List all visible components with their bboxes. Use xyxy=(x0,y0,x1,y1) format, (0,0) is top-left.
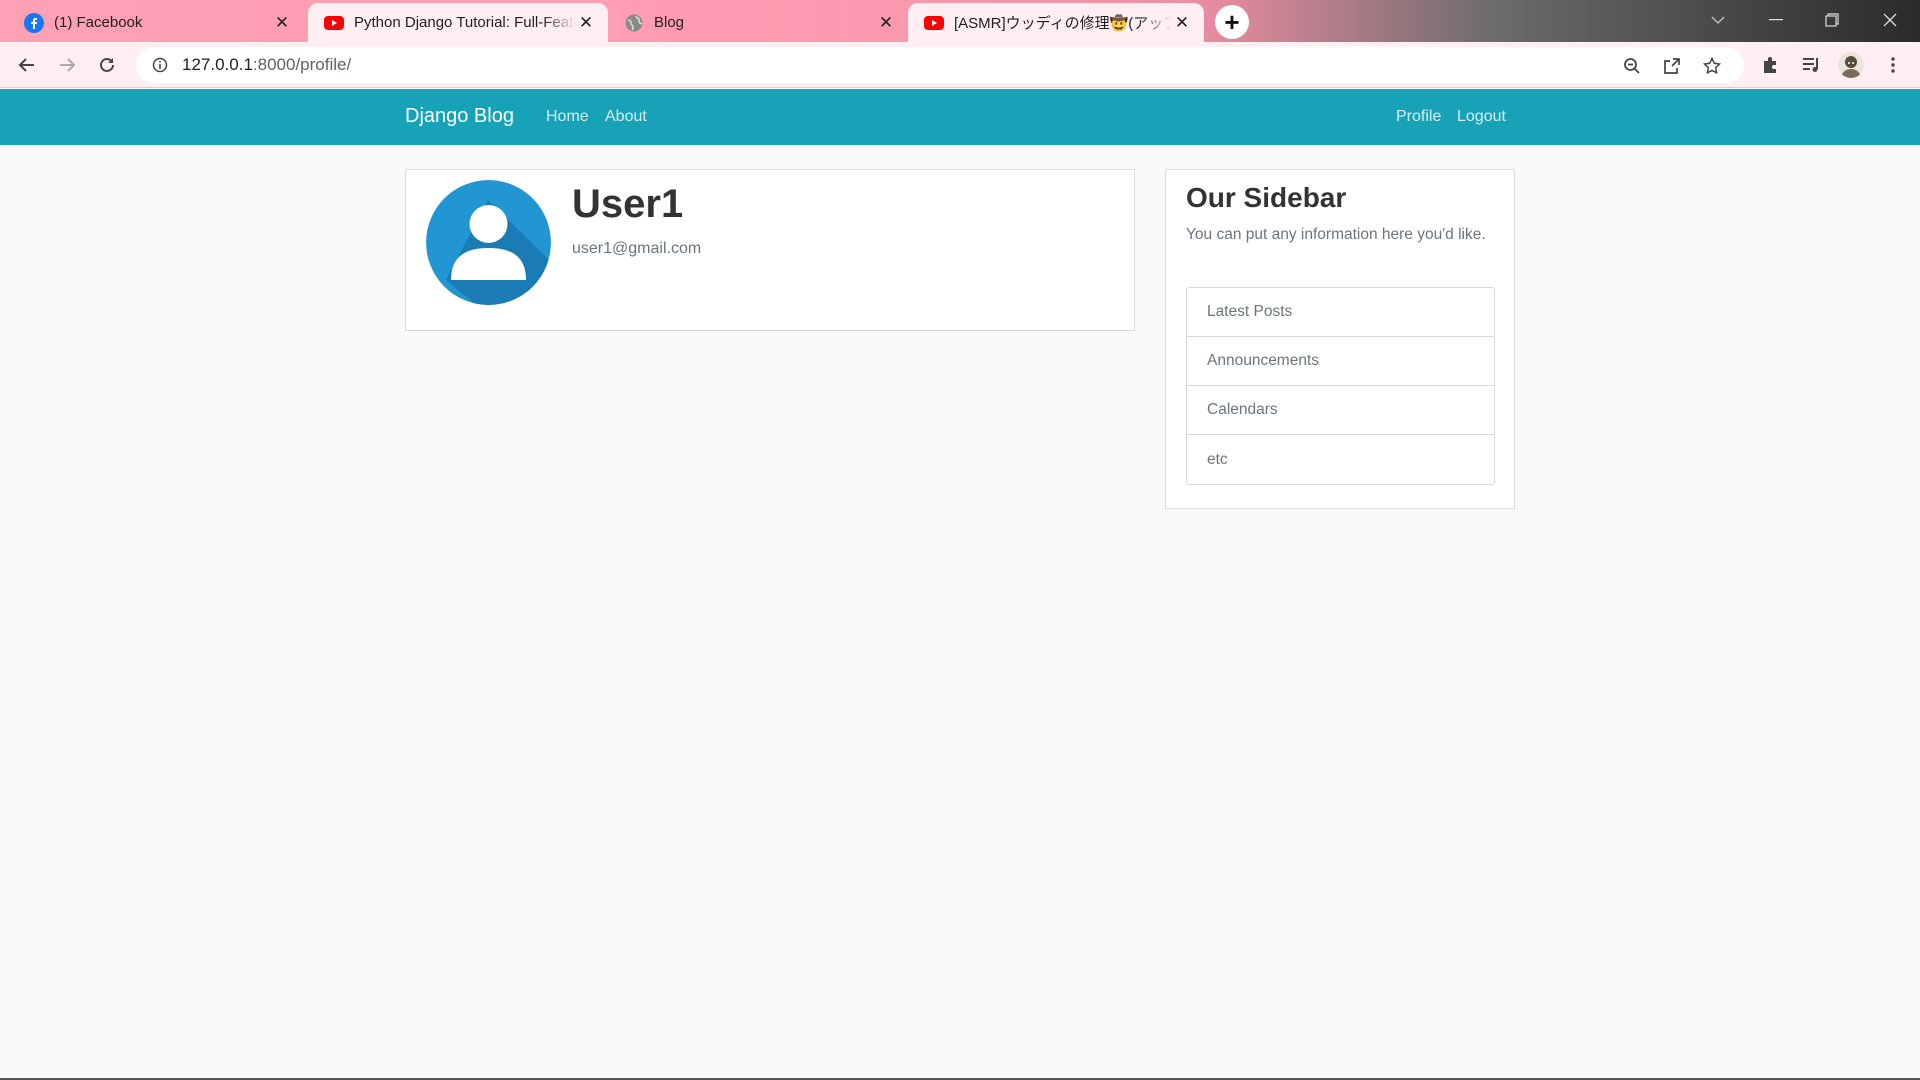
sidebar-item-announcements[interactable]: Announcements xyxy=(1187,337,1494,386)
tab-title: Blog xyxy=(654,14,685,31)
zoom-icon[interactable] xyxy=(1621,55,1643,77)
close-tab-icon[interactable]: ✕ xyxy=(876,13,896,33)
brand-link[interactable]: Django Blog xyxy=(405,105,514,128)
url-host: 127.0.0.1 xyxy=(182,55,253,74)
tab-title: (1) Facebook xyxy=(54,14,143,31)
nav-profile-link[interactable]: Profile xyxy=(1396,108,1441,126)
url-text: 127.0.0.1:8000/profile/ xyxy=(182,55,351,75)
extensions-puzzle-icon[interactable] xyxy=(1758,52,1784,78)
tab-facebook[interactable]: (1) Facebook ✕ xyxy=(8,3,304,42)
back-arrow-icon[interactable] xyxy=(10,48,44,82)
tab-asmr[interactable]: [ASMR]ウッディの修理🤠(アップグレード) ✕ xyxy=(908,3,1204,42)
more-menu-icon[interactable] xyxy=(1880,52,1906,78)
close-tab-icon[interactable]: ✕ xyxy=(576,13,596,33)
minimize-icon[interactable] xyxy=(1748,0,1804,40)
tab-search-icon[interactable] xyxy=(1690,0,1746,40)
new-tab-button[interactable]: + xyxy=(1215,5,1249,39)
tab-django-tutorial[interactable]: Python Django Tutorial: Full-Featured We… xyxy=(308,3,608,42)
tab-blog[interactable]: Blog ✕ xyxy=(608,3,908,42)
close-tab-icon[interactable]: ✕ xyxy=(272,13,292,33)
sidebar-item-calendars[interactable]: Calendars xyxy=(1187,386,1494,435)
share-icon[interactable] xyxy=(1661,55,1683,77)
globe-icon xyxy=(624,13,644,33)
sidebar-title: Our Sidebar xyxy=(1186,182,1347,213)
profile-avatar-icon[interactable] xyxy=(1838,52,1864,78)
browser-toolbar: 127.0.0.1:8000/profile/ xyxy=(0,42,1920,88)
nav-logout-link[interactable]: Logout xyxy=(1457,108,1506,126)
sidebar: Our Sidebar You can put any information … xyxy=(1165,169,1515,509)
avatar xyxy=(426,180,551,305)
tab-title: Python Django Tutorial: Full-Featured We… xyxy=(354,14,576,31)
restore-icon[interactable] xyxy=(1804,0,1860,40)
nav-about-link[interactable]: About xyxy=(605,108,647,126)
user-avatar-icon xyxy=(426,180,551,305)
media-queue-icon[interactable] xyxy=(1798,52,1824,78)
site-info-icon[interactable] xyxy=(150,55,170,75)
browser-tab-strip: (1) Facebook ✕ Python Django Tutorial: F… xyxy=(0,0,1920,42)
bookmark-star-icon[interactable] xyxy=(1701,55,1723,77)
profile-username: User1 xyxy=(572,182,684,226)
nav-home-link[interactable]: Home xyxy=(546,108,589,126)
url-path: :8000/profile/ xyxy=(252,55,352,74)
profile-email: user1@gmail.com xyxy=(572,240,702,257)
youtube-icon xyxy=(924,13,944,33)
youtube-icon xyxy=(324,13,344,33)
site-navbar: Django Blog Home About Profile Logout xyxy=(0,89,1920,145)
sidebar-item-latest-posts[interactable]: Latest Posts xyxy=(1187,288,1494,337)
tab-title: [ASMR]ウッディの修理🤠(アップグレード) xyxy=(954,15,1172,32)
profile-card: User1 user1@gmail.com xyxy=(405,169,1135,331)
facebook-icon xyxy=(24,12,44,33)
close-window-icon[interactable] xyxy=(1862,0,1918,40)
sidebar-item-etc[interactable]: etc xyxy=(1187,435,1494,484)
address-bar[interactable]: 127.0.0.1:8000/profile/ xyxy=(136,47,1744,83)
close-tab-icon[interactable]: ✕ xyxy=(1172,13,1192,33)
sidebar-description: You can put any information here you'd l… xyxy=(1186,226,1486,243)
reload-icon[interactable] xyxy=(90,48,124,82)
sidebar-list: Latest Posts Announcements Calendars etc xyxy=(1186,287,1495,485)
forward-arrow-icon[interactable] xyxy=(50,48,84,82)
